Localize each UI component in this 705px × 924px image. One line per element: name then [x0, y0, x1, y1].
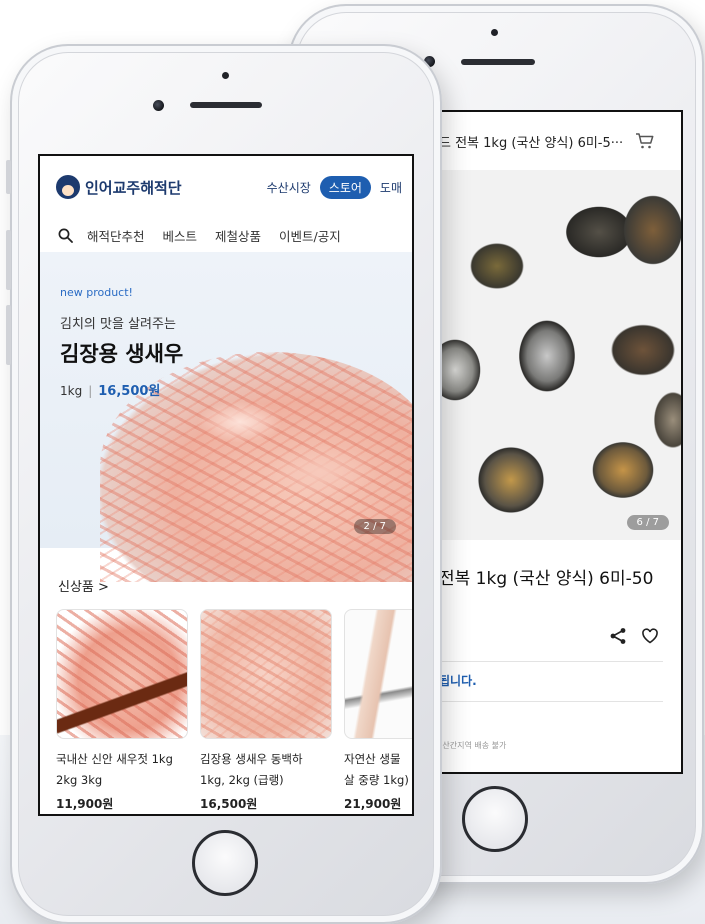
logo[interactable]: 인어교주해적단: [56, 175, 182, 199]
abalone-product-image[interactable]: 6 / 7: [435, 170, 681, 540]
product-detail-screen: 드 전복 1kg (국산 양식) 6미-5··· 6 / 7 전복 1kg (국…: [433, 110, 683, 774]
delivery-fine-print: 서산간지역 배송 불가: [435, 741, 507, 750]
nav-item-seasonal[interactable]: 제철상품: [215, 226, 261, 245]
share-icon[interactable]: [609, 627, 627, 645]
product-price: 21,900원: [344, 797, 402, 811]
nav-item-recommended[interactable]: 해적단추천: [87, 226, 145, 245]
nav-item-events[interactable]: 이벤트/공지: [279, 226, 341, 245]
banner-headline: 김장용 생새우: [60, 342, 184, 366]
product-card[interactable]: 국내산 신안 새우젓 1kg 2kg 3kg 11,900원: [56, 609, 188, 812]
promo-banner[interactable]: new product! 김치의 맛을 살려주는 김장용 생새우 1kg | 16,…: [40, 252, 412, 582]
store-header: 인어교주해적단 수산시장 스토어 도매: [40, 156, 412, 218]
store-home-screen: 인어교주해적단 수산시장 스토어 도매 해적단추천 베스트 제철상품 이벤트/공…: [38, 154, 414, 816]
banner-tag: new product!: [60, 286, 133, 299]
banner-weight: 1kg: [60, 384, 83, 398]
banner-text: new product! 김치의 맛을 살려주는 김장용 생새우 1kg | 16,…: [60, 286, 183, 399]
delivery-notice: 됩니다.: [439, 674, 477, 688]
search-icon[interactable]: [58, 228, 73, 243]
back-phone-home-button[interactable]: [462, 786, 528, 852]
header-tab-market[interactable]: 수산시장: [267, 179, 311, 196]
banner-price: 16,500원: [98, 384, 161, 399]
category-nav: 해적단추천 베스트 제철상품 이벤트/공지: [40, 218, 412, 252]
header-tab-store[interactable]: 스토어: [319, 175, 371, 199]
header-nav: 수산시장 스토어 도매: [267, 175, 402, 199]
product-detail-topbar: 드 전복 1kg (국산 양식) 6미-5···: [435, 112, 681, 170]
image-counter: 6 / 7: [626, 515, 669, 530]
new-products-list: 국내산 신안 새우젓 1kg 2kg 3kg 11,900원 김장용 생새우 동…: [40, 595, 412, 812]
product-name: 국내산 신안 새우젓 1kg 2kg 3kg: [56, 752, 173, 787]
front-phone-camera: [153, 100, 164, 111]
volume-down-button: [6, 305, 11, 365]
banner-separator: |: [88, 384, 93, 398]
mute-switch: [6, 160, 11, 194]
cart-icon[interactable]: [635, 132, 655, 150]
product-card[interactable]: 김장용 생새우 동백하 1kg, 2kg (급랭) 16,500원: [200, 609, 332, 812]
product-detail-top-title: 드 전복 1kg (국산 양식) 6미-5···: [439, 135, 624, 151]
volume-up-button: [6, 230, 11, 290]
back-phone-sensor: [491, 29, 498, 36]
product-card[interactable]: 자연산 생물 살 중량 1kg) 21,900원: [344, 609, 412, 812]
heart-icon[interactable]: [641, 627, 659, 645]
product-thumbnail[interactable]: [344, 609, 412, 739]
banner-subtitle: 김치의 맛을 살려주는: [60, 317, 176, 332]
product-name: 김장용 생새우 동백하 1kg, 2kg (급랭): [200, 752, 303, 787]
nav-item-best[interactable]: 베스트: [163, 226, 198, 245]
product-actions: [435, 589, 681, 645]
logo-icon: [56, 175, 80, 199]
product-price: 11,900원: [56, 797, 114, 811]
back-phone-speaker: [461, 59, 535, 65]
product-thumbnail[interactable]: [200, 609, 332, 739]
product-thumbnail[interactable]: [56, 609, 188, 739]
header-tab-wholesale[interactable]: 도매: [380, 179, 402, 196]
front-phone-home-button[interactable]: [192, 830, 258, 896]
front-phone-sensor: [222, 72, 229, 79]
product-price: 16,500원: [200, 797, 258, 811]
banner-price-line: 1kg | 16,500원: [60, 380, 183, 399]
product-name: 자연산 생물 살 중량 1kg): [344, 752, 409, 787]
banner-counter: 2 / 7: [353, 519, 396, 534]
product-title: 전복 1kg (국산 양식) 6미-50: [439, 569, 654, 589]
front-phone-speaker: [190, 102, 262, 108]
logo-text: 인어교주해적단: [85, 178, 182, 197]
